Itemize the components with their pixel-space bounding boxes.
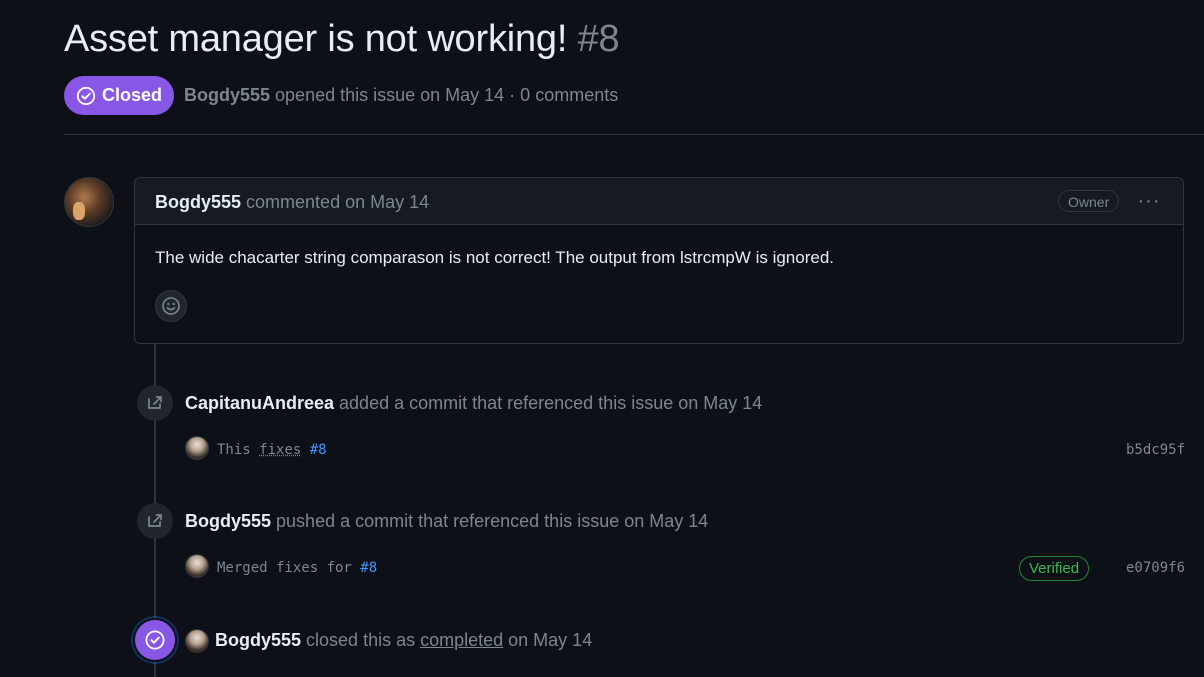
verified-badge[interactable]: Verified: [1019, 556, 1090, 581]
event-closed: Bogdy555 closed this as completed on May…: [215, 630, 592, 651]
event-text: pushed a commit that referenced this iss…: [271, 511, 709, 531]
commit-message-part: Merged fixes for: [217, 560, 361, 576]
issue-page: Asset manager is not working! #8 Closed …: [0, 0, 1204, 677]
issue-state-badge: Closed: [64, 76, 174, 115]
header-divider: [64, 134, 1204, 135]
commit-sha-link[interactable]: e0709f6: [1126, 560, 1185, 576]
completed-link[interactable]: completed: [420, 630, 503, 650]
comment-box: Bogdy555 commented on May 14 Owner ··· T…: [134, 177, 1184, 344]
commit-sha-link[interactable]: b5dc95f: [1126, 442, 1185, 458]
commit-message[interactable]: This fixes #8: [217, 442, 327, 458]
comment-header: Bogdy555 commented on May 14 Owner ···: [135, 178, 1183, 225]
closed-event-icon: [135, 620, 175, 660]
issue-author-link[interactable]: Bogdy555: [184, 85, 270, 105]
comment-author-link[interactable]: Bogdy555: [155, 192, 241, 212]
commit-message-part: [301, 442, 309, 458]
issue-title: Asset manager is not working! #8: [64, 18, 620, 61]
issue-meta: Bogdy555 opened this issue on May 14 · 0…: [184, 85, 618, 106]
kebab-menu-icon[interactable]: ···: [1135, 188, 1163, 214]
event-text: closed this as: [301, 630, 421, 650]
event-author-link[interactable]: Bogdy555: [185, 511, 271, 531]
cross-reference-icon: [137, 503, 173, 539]
smiley-icon: [162, 297, 180, 315]
event-text: added a commit that referenced this issu…: [334, 393, 763, 413]
comment-byline: Bogdy555 commented on May 14: [155, 192, 429, 213]
issue-ref-link[interactable]: #8: [310, 442, 327, 458]
add-reaction-button[interactable]: [155, 290, 187, 322]
issue-title-text: Asset manager is not working!: [64, 18, 568, 60]
commit-message-part: This: [217, 442, 260, 458]
comment-body: The wide chacarter string comparason is …: [155, 248, 835, 267]
commit-message[interactable]: Merged fixes for #8: [217, 560, 377, 576]
commit-message-link[interactable]: fixes: [259, 442, 301, 458]
check-circle-icon: [76, 86, 96, 105]
issue-ref-link[interactable]: #8: [360, 560, 377, 576]
commit-author-avatar[interactable]: [185, 436, 209, 460]
event-text: on May 14: [503, 630, 593, 650]
event-cross-reference-1: CapitanuAndreea added a commit that refe…: [185, 393, 762, 414]
comment-action-text[interactable]: commented on May 14: [241, 192, 429, 212]
issue-meta-text: opened this issue on May 14 · 0 comments: [270, 85, 619, 105]
event-author-link[interactable]: CapitanuAndreea: [185, 393, 334, 413]
check-circle-icon: [145, 630, 165, 650]
owner-badge: Owner: [1058, 190, 1120, 212]
closer-avatar[interactable]: [185, 629, 209, 653]
event-author-link[interactable]: Bogdy555: [215, 630, 301, 650]
comment-author-avatar[interactable]: [64, 177, 114, 227]
commit-author-avatar[interactable]: [185, 554, 209, 578]
issue-number: #8: [577, 18, 620, 60]
issue-state-label: Closed: [101, 85, 162, 105]
event-cross-reference-2: Bogdy555 pushed a commit that referenced…: [185, 511, 708, 532]
cross-reference-icon: [137, 385, 173, 421]
